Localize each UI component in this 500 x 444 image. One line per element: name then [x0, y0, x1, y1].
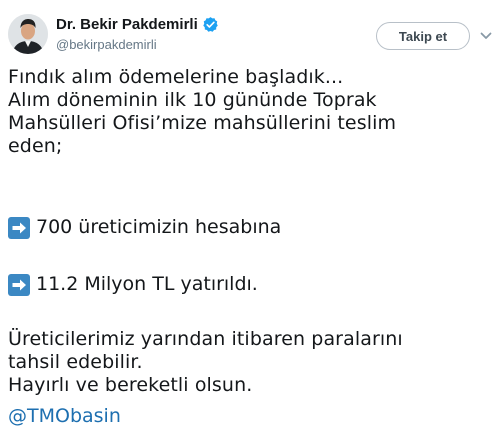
tweet-paragraph-closing: Üreticilerimiz yarından itibaren paralar…	[8, 328, 403, 397]
tweet-line: Fındık alım ödemelerine başladık...	[8, 66, 344, 88]
tweet-line: Mahsülleri Ofisi’mize mahsüllerini tesli…	[8, 112, 397, 134]
avatar-photo-icon	[8, 14, 48, 54]
author-handle[interactable]: @bekirpakdemirli	[56, 37, 157, 52]
tweet-bullet-amount: 11.2 Milyon TL yatırıldı.	[8, 273, 258, 296]
right-arrow-emoji-icon	[8, 216, 30, 239]
author-avatar[interactable]	[8, 14, 48, 54]
tweet-line: Alım döneminin ilk 10 gününde Toprak	[8, 89, 377, 111]
tweet-bullet-text: 11.2 Milyon TL yatırıldı.	[36, 273, 258, 295]
chevron-down-icon[interactable]	[480, 31, 492, 41]
mention-link[interactable]: @TMObasin	[8, 405, 121, 428]
verified-badge-icon	[202, 16, 219, 33]
tweet-card: Dr. Bekir Pakdemirli @bekirpakdemirli Ta…	[0, 0, 500, 444]
author-display-name[interactable]: Dr. Bekir Pakdemirli	[56, 16, 198, 33]
tweet-line: Hayırlı ve bereketli olsun.	[8, 374, 253, 396]
tweet-line: tahsil edebilir.	[8, 351, 143, 373]
tweet-paragraph-intro: Fındık alım ödemelerine başladık... Alım…	[8, 66, 396, 158]
right-arrow-emoji-icon	[8, 273, 30, 296]
follow-button[interactable]: Takip et	[376, 22, 470, 50]
tweet-bullet-text: 700 üreticimizin hesabına	[36, 216, 282, 238]
tweet-line: Üreticilerimiz yarından itibaren paralar…	[8, 328, 403, 350]
tweet-bullet-farmers: 700 üreticimizin hesabına	[8, 216, 281, 239]
author-name-row: Dr. Bekir Pakdemirli	[56, 16, 219, 33]
tweet-line: eden;	[8, 135, 63, 157]
